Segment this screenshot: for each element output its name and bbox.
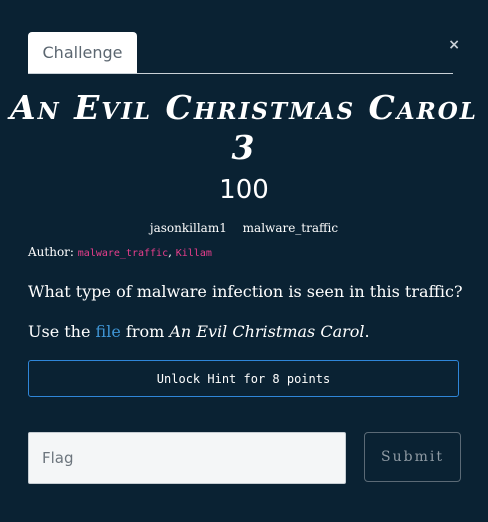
tag-item: malware_traffic <box>242 221 339 235</box>
tag-list: jasonkillam1 malware_traffic <box>0 221 488 235</box>
author-separator: , <box>168 245 172 259</box>
challenge-title-line2: 3 <box>231 128 257 167</box>
use-prefix: Use the <box>28 322 91 341</box>
use-middle: from <box>125 322 165 341</box>
author-line: Author: malware_traffic, Killam <box>28 245 212 259</box>
author-name: malware_traffic <box>77 248 169 259</box>
challenge-points: 100 <box>219 175 269 205</box>
tag-item: jasonkillam1 <box>149 221 227 235</box>
challenge-title: An Evil Christmas Carol 3 <box>0 88 488 168</box>
challenge-description: What type of malware infection is seen i… <box>28 282 463 301</box>
flag-input[interactable] <box>28 432 346 484</box>
use-suffix: . <box>364 322 370 341</box>
submit-button[interactable]: Submit <box>364 432 461 482</box>
author-name: Killam <box>175 248 212 259</box>
tab-challenge[interactable]: Challenge <box>28 32 137 73</box>
challenge-modal: Challenge × An Evil Christmas Carol 3 10… <box>0 0 488 522</box>
file-link[interactable]: file <box>96 322 121 341</box>
tab-bar: Challenge <box>28 32 453 74</box>
close-icon[interactable]: × <box>448 37 460 53</box>
unlock-hint-button[interactable]: Unlock Hint for 8 points <box>28 360 459 397</box>
source-title: An Evil Christmas Carol <box>169 322 365 341</box>
author-label: Author: <box>28 245 74 259</box>
challenge-file-line: Use the file from An Evil Christmas Caro… <box>28 322 370 341</box>
challenge-title-line1: An Evil Christmas Carol <box>10 88 478 127</box>
